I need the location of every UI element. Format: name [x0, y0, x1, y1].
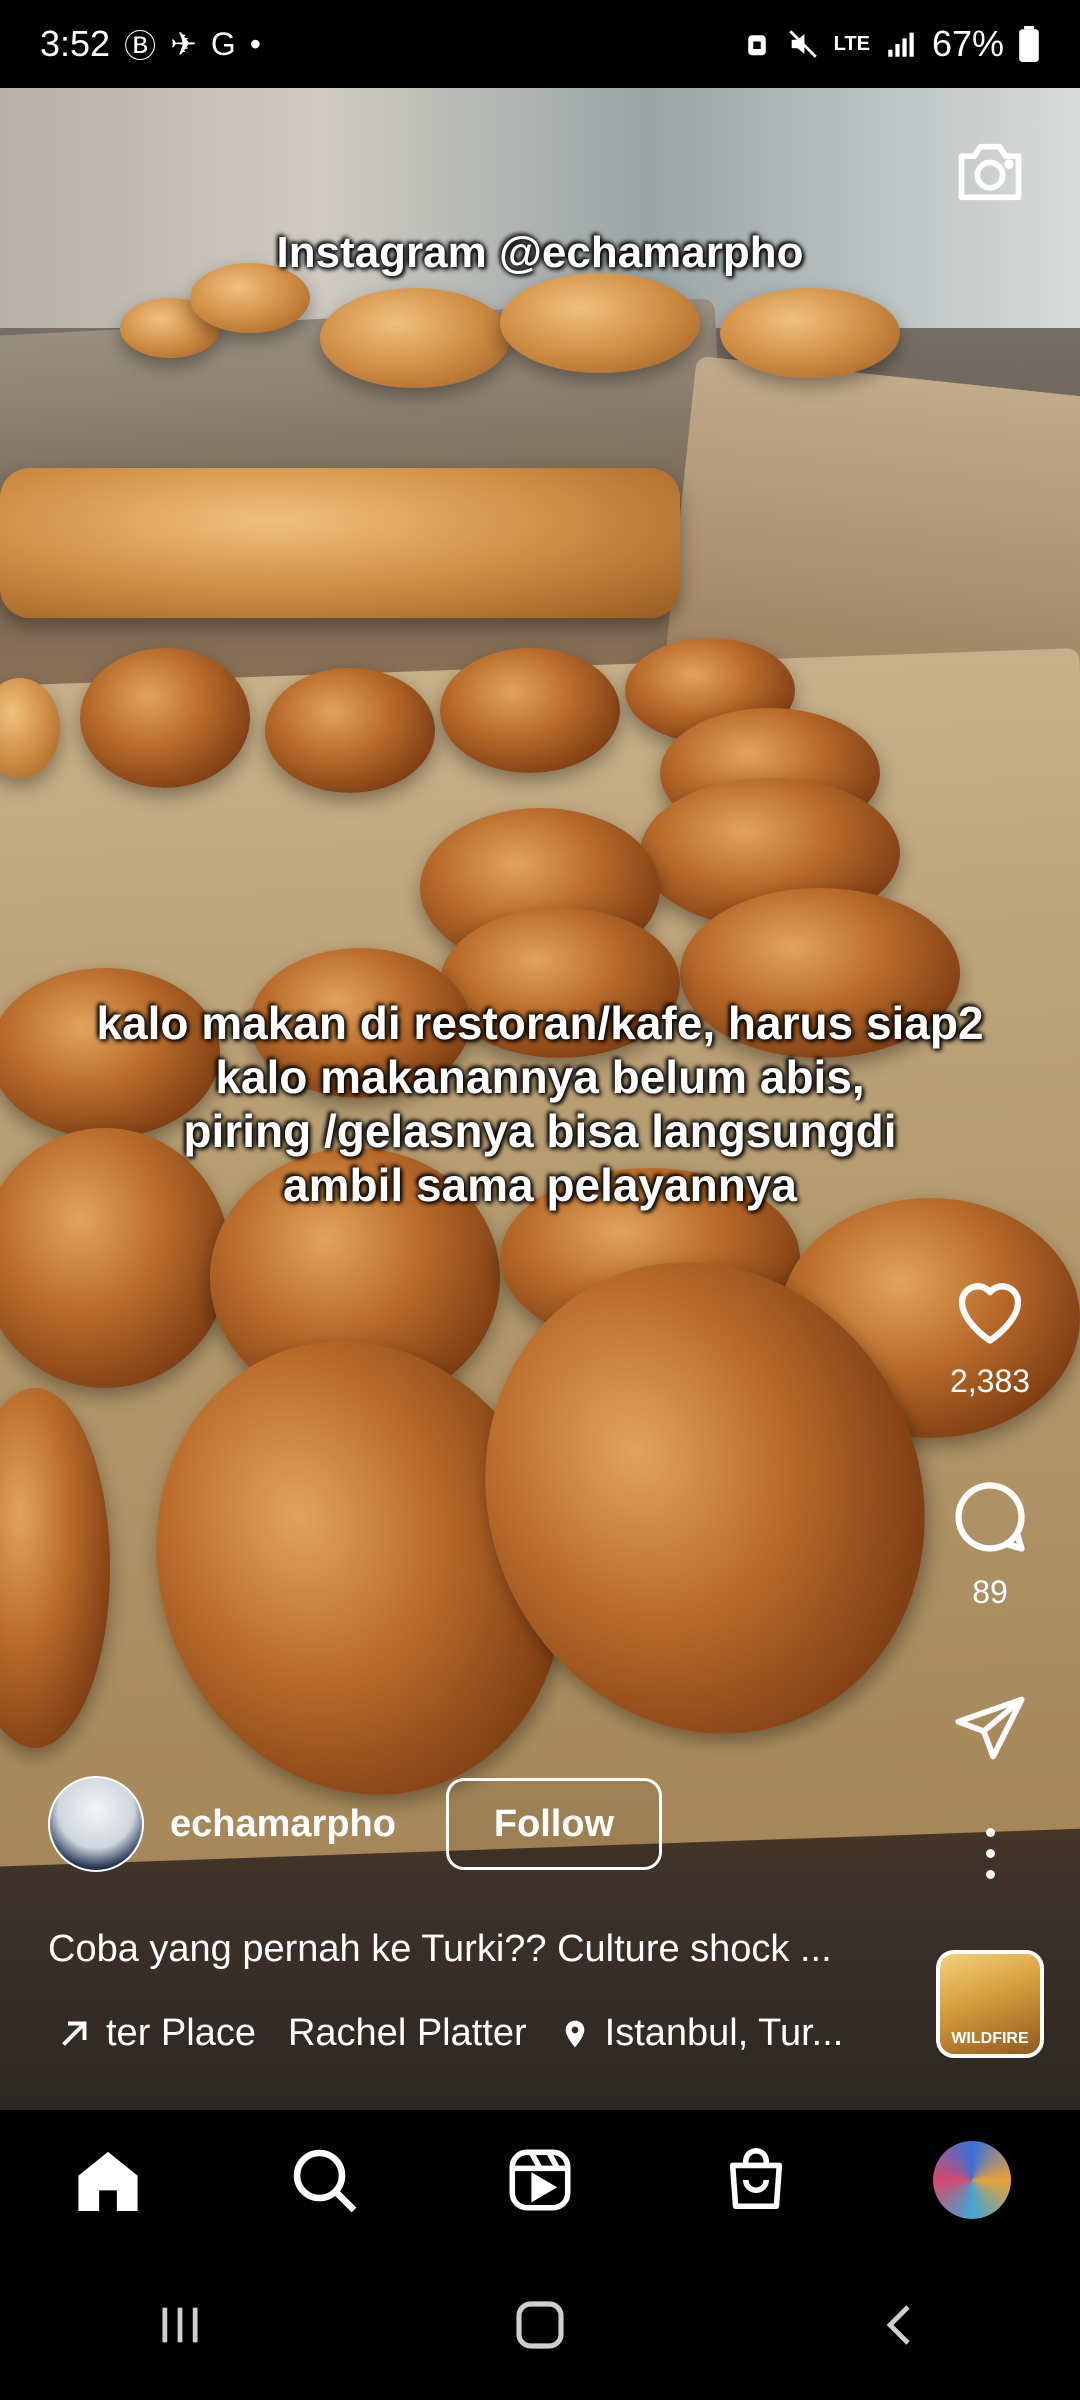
comment-action: 89 — [940, 1475, 1040, 1611]
overlay-caption-line: kalo makan di restoran/kafe, harus siap2 — [96, 997, 984, 1049]
nav-profile[interactable] — [922, 2130, 1022, 2230]
search-icon — [293, 2149, 357, 2213]
heart-icon[interactable] — [948, 1270, 1032, 1348]
video-overlay-caption: kalo makan di restoran/kafe, harus siap2… — [0, 996, 1080, 1212]
nav-reels[interactable] — [490, 2130, 590, 2230]
more-icon — [940, 1828, 1040, 1879]
audio-thumbnail[interactable]: WILDFIRE — [936, 1950, 1044, 2058]
alarm-icon — [747, 35, 766, 56]
camera-icon — [958, 143, 1022, 201]
location-link[interactable]: Istanbul, Tur... — [559, 2012, 844, 2055]
share-action — [940, 1690, 1040, 1771]
home-icon — [78, 2151, 138, 2212]
shop-icon — [729, 2148, 783, 2210]
comment-icon[interactable] — [948, 1475, 1032, 1559]
follow-button[interactable]: Follow — [445, 1778, 662, 1870]
pastry — [265, 668, 435, 793]
notification-icon-g: G — [210, 25, 236, 62]
camera-button[interactable] — [950, 132, 1030, 212]
nav-shop[interactable] — [706, 2130, 806, 2230]
like-action: 2,383 — [940, 1270, 1040, 1400]
pastry — [720, 288, 900, 378]
recent-apps-icon — [162, 2307, 198, 2343]
location-label: Istanbul, Tur... — [604, 2012, 844, 2054]
post-author-row: echamarpho Follow — [48, 1776, 662, 1872]
pastry — [320, 288, 510, 388]
notification-icon-b: Ⓑ — [124, 28, 157, 64]
nav-home[interactable] — [58, 2130, 158, 2230]
audio-artist-label: Rachel Platter — [287, 2012, 527, 2054]
pastry — [80, 648, 250, 788]
more-options-button[interactable] — [940, 1828, 1040, 1879]
home-system-button[interactable] — [480, 2275, 600, 2375]
arrow-up-right-icon — [62, 2021, 87, 2046]
mute-icon — [788, 30, 817, 58]
bottom-navigation — [0, 2110, 1080, 2250]
status-right: LTE 67% — [742, 23, 1040, 65]
overlay-caption-line: ambil sama pelayannya — [283, 1159, 797, 1211]
notification-icon-plane: ✈ — [170, 26, 197, 62]
reels-icon — [509, 2149, 571, 2211]
network-type: LTE — [833, 32, 870, 55]
battery-percent: 67% — [931, 23, 1004, 64]
back-chevron-icon — [886, 2305, 910, 2345]
signal-icon — [888, 32, 914, 57]
recent-apps-button[interactable] — [120, 2275, 240, 2375]
status-left: 3:52 Ⓑ ✈ G • — [40, 21, 261, 67]
like-count[interactable]: 2,383 — [940, 1363, 1040, 1400]
audio-title: ter Place — [106, 2012, 256, 2054]
back-button[interactable] — [840, 2275, 960, 2375]
pastry — [500, 273, 700, 373]
audio-thumbnail-text: WILDFIRE — [951, 2030, 1029, 2047]
send-icon[interactable] — [950, 1690, 1030, 1766]
overlay-caption-line: piring /gelasnya bisa langsungdi — [183, 1105, 897, 1157]
nav-search[interactable] — [274, 2130, 374, 2230]
post-caption[interactable]: Coba yang pernah ke Turki?? Culture shoc… — [48, 1928, 908, 1971]
battery-icon — [1019, 26, 1039, 62]
status-bar: 3:52 Ⓑ ✈ G • LTE 67% — [0, 0, 1080, 88]
author-avatar[interactable] — [48, 1776, 144, 1872]
pastry — [440, 648, 620, 773]
author-username[interactable]: echamarpho — [170, 1803, 396, 1846]
system-navigation — [0, 2250, 1080, 2400]
audio-artist[interactable]: Rachel Platter — [288, 2012, 527, 2055]
audio-link[interactable]: ter Place — [56, 2012, 256, 2055]
notification-dot-icon: • — [249, 25, 261, 62]
comment-count[interactable]: 89 — [940, 1574, 1040, 1611]
profile-avatar — [933, 2141, 1011, 2219]
home-square-icon — [516, 2301, 564, 2349]
post-meta-row: ter Place Rachel Platter Istanbul, Tur..… — [56, 2012, 916, 2055]
pastry — [0, 468, 680, 618]
clock: 3:52 — [40, 23, 111, 64]
overlay-caption-line: kalo makanannya belum abis, — [215, 1051, 865, 1103]
video-watermark: Instagram @echamarpho — [276, 228, 804, 277]
location-pin-icon — [565, 2020, 584, 2047]
